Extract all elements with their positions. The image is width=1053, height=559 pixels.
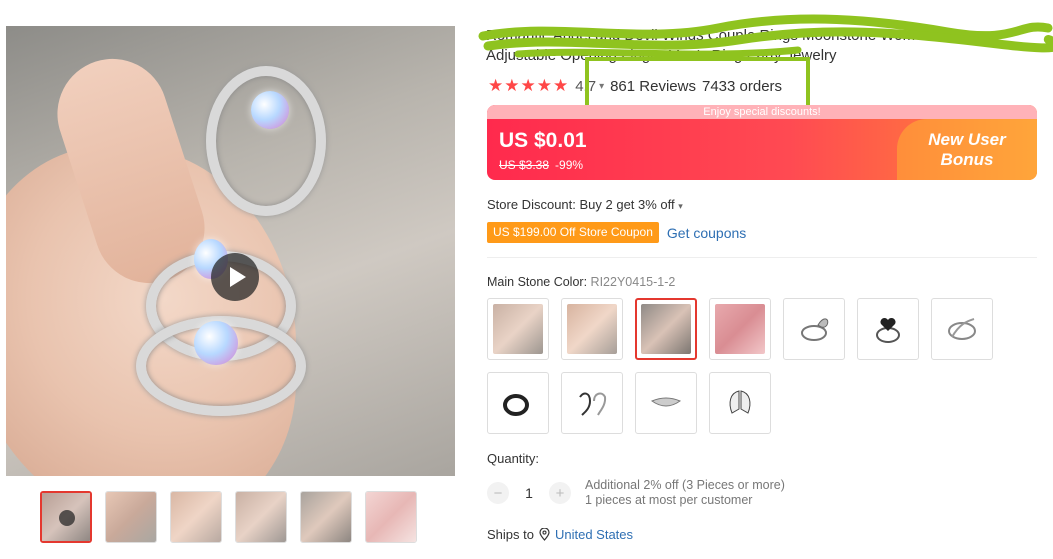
variant-swatches	[487, 298, 1007, 434]
store-discount[interactable]: Store Discount: Buy 2 get 3% off ▾	[487, 197, 683, 212]
devil-heart-icon	[579, 392, 607, 416]
thumbnail-image[interactable]	[300, 491, 352, 543]
quantity-note: Additional 2% off (3 Pieces or more) 1 p…	[585, 478, 785, 508]
swatch-wrap-ring[interactable]	[931, 298, 993, 360]
heart-ring-icon	[876, 317, 900, 343]
original-price: US $3.38	[499, 158, 550, 172]
ring-top	[206, 66, 326, 216]
chevron-down-icon: ▾	[678, 201, 683, 211]
main-product-image[interactable]	[6, 26, 455, 476]
variant-value: RI22Y0415-1-2	[590, 275, 676, 289]
quantity-stepper: − 1 + Additional 2% off (3 Pieces or mor…	[487, 478, 785, 508]
divider	[487, 257, 1037, 258]
black-ring-icon	[503, 394, 529, 416]
original-price-row: US $3.38 -99%	[499, 158, 583, 172]
thumbnail-image[interactable]	[170, 491, 222, 543]
variant-label-text: Main Stone Color:	[487, 275, 588, 289]
moonstone-top	[251, 91, 289, 129]
price-banner: Enjoy special discounts! US $0.01 US $3.…	[487, 105, 1037, 180]
swatch-devil-heart[interactable]	[561, 372, 623, 434]
ships-to: Ships to United States	[487, 527, 633, 542]
wing-ring-icon	[801, 318, 829, 341]
swatch-photo[interactable]	[561, 298, 623, 360]
location-pin-icon	[539, 528, 550, 541]
swatch-photo[interactable]	[487, 298, 549, 360]
thumbnail-image[interactable]	[105, 491, 157, 543]
bonus-line: New User	[928, 129, 1006, 149]
swatch-wings[interactable]	[709, 372, 771, 434]
swatch-heart-ring[interactable]	[857, 298, 919, 360]
get-coupons-link[interactable]: Get coupons	[667, 225, 746, 241]
quantity-plus-button[interactable]: +	[549, 482, 571, 504]
quantity-note-line: Additional 2% off (3 Pieces or more)	[585, 478, 785, 492]
banner-note: Enjoy special discounts!	[487, 105, 1037, 119]
ships-to-label: Ships to	[487, 527, 534, 542]
swatch-plain-band[interactable]	[635, 372, 697, 434]
video-play-icon[interactable]	[211, 253, 259, 301]
coupon-row: US $199.00 Off Store Coupon Get coupons	[487, 222, 746, 243]
store-coupon-badge: US $199.00 Off Store Coupon	[487, 222, 659, 243]
moonstone-bottom	[194, 321, 238, 365]
thumbnail-strip	[40, 491, 417, 543]
wrap-ring-icon	[948, 318, 976, 340]
quantity-input[interactable]: 1	[519, 485, 539, 501]
new-user-bonus-badge: New User Bonus	[897, 119, 1037, 180]
thumbnail-image[interactable]	[235, 491, 287, 543]
plain-band-icon	[650, 397, 682, 407]
swatch-wing-ring[interactable]	[783, 298, 845, 360]
swatch-black-ring[interactable]	[487, 372, 549, 434]
play-icon	[59, 510, 75, 526]
store-discount-text: Store Discount: Buy 2 get 3% off	[487, 197, 675, 212]
thumbnail-video[interactable]	[40, 491, 92, 543]
quantity-minus-button[interactable]: −	[487, 482, 509, 504]
quantity-label: Quantity:	[487, 451, 540, 466]
discount-percent: -99%	[555, 158, 584, 172]
current-price: US $0.01	[499, 129, 587, 152]
variant-label: Main Stone Color: RI22Y0415-1-2	[487, 275, 675, 289]
wings-icon	[729, 390, 751, 414]
ships-to-country-link[interactable]: United States	[555, 527, 633, 542]
bonus-line: Bonus	[940, 149, 994, 169]
quantity-note-line: 1 pieces at most per customer	[585, 493, 753, 507]
swatch-photo-selected[interactable]	[635, 298, 697, 360]
highlight-annotation	[585, 57, 810, 111]
rating-stars-icon: ★★★★★	[488, 76, 570, 95]
product-title-line: Romantic Angel and Devil Wings Couple Ri…	[486, 27, 966, 44]
swatch-photo[interactable]	[709, 298, 771, 360]
thumbnail-image[interactable]	[365, 491, 417, 543]
